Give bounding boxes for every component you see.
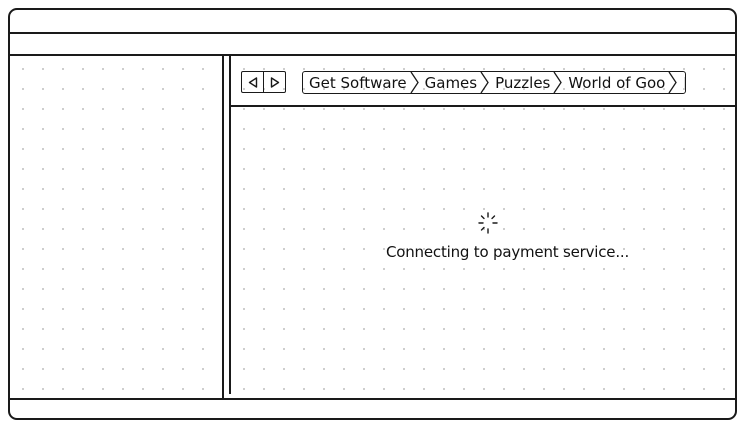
menu-bar [10, 34, 735, 56]
breadcrumb-item-get-software[interactable]: Get Software [303, 72, 410, 93]
triangle-left-icon [248, 76, 257, 88]
chevron-right-icon [410, 72, 419, 93]
app-window: Get Software Games Puzzles World of Goo … [8, 8, 737, 420]
breadcrumb-item-puzzles[interactable]: Puzzles [489, 72, 553, 93]
chevron-right-icon [553, 72, 563, 93]
chevron-right-icon [668, 72, 678, 93]
sidebar [10, 56, 224, 398]
toolbar: Get Software Games Puzzles World of Goo … [231, 56, 735, 107]
triangle-right-icon [270, 76, 279, 88]
breadcrumb-item-world-of-goo[interactable]: World of Goo [562, 72, 668, 93]
breadcrumb-item-buy[interactable]: Buy [677, 72, 685, 93]
breadcrumb-item-games[interactable]: Games [419, 72, 480, 93]
title-bar [10, 10, 735, 34]
back-button[interactable] [242, 72, 263, 92]
status-message: Connecting to payment service... [386, 243, 630, 261]
forward-button[interactable] [263, 72, 285, 92]
loading-spinner-icon [478, 212, 498, 234]
chevron-right-icon [480, 72, 489, 93]
main-content: Get Software Games Puzzles World of Goo … [229, 56, 735, 394]
status-bar [10, 398, 735, 418]
breadcrumb: Get Software Games Puzzles World of Goo … [302, 71, 686, 94]
history-nav [241, 71, 286, 93]
